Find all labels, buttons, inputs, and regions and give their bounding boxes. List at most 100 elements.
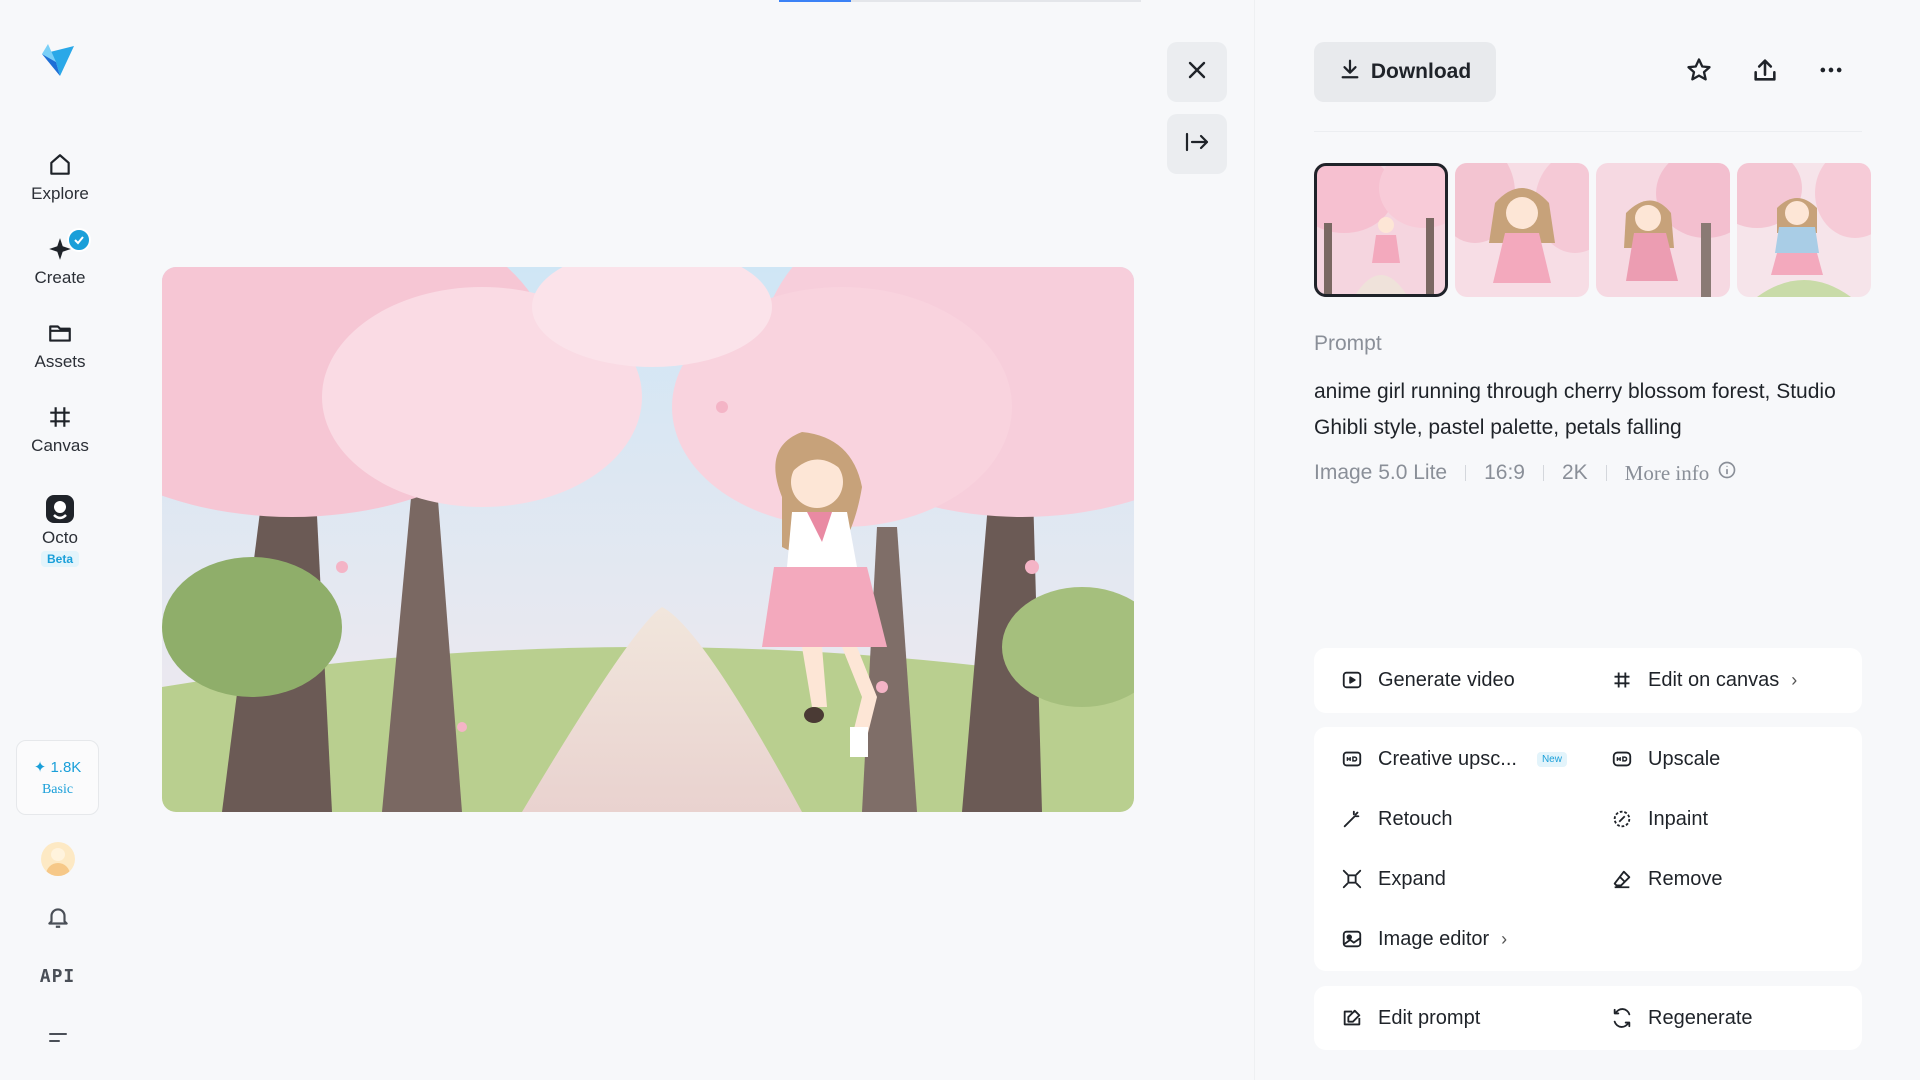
- refresh-icon: [1610, 1006, 1634, 1030]
- canvas-crop-icon: [45, 402, 75, 432]
- sidebar-item-label: Octo: [42, 528, 78, 547]
- sparkle-icon: [45, 228, 91, 264]
- generation-meta: Image 5.0 Lite 16:9 2K More info: [1314, 460, 1737, 486]
- retouch-button[interactable]: Retouch: [1340, 807, 1453, 831]
- eraser-icon: [1610, 867, 1634, 891]
- inpaint-brush-icon: [1610, 807, 1634, 831]
- hd-sparkle-icon: [1340, 747, 1364, 771]
- credits-amount-value: 1.8K: [50, 758, 82, 776]
- menu-button[interactable]: [0, 1026, 115, 1055]
- edit-prompt-button[interactable]: Edit prompt: [1340, 1006, 1480, 1030]
- favorite-button[interactable]: [1679, 52, 1719, 92]
- thumbnail-2[interactable]: [1455, 163, 1589, 297]
- ellipsis-icon: [1817, 56, 1845, 89]
- variation-thumbnails: [1314, 163, 1871, 297]
- app-logo[interactable]: [38, 40, 78, 80]
- upload-share-icon: [1751, 56, 1779, 89]
- chevron-right-icon: ›: [1791, 669, 1798, 690]
- upscale-label: Upscale: [1648, 747, 1721, 770]
- edit-note-icon: [1340, 1006, 1364, 1030]
- sidebar: Explore Create Assets Canvas Octo Beta ✦…: [0, 0, 120, 1080]
- info-icon: [1717, 460, 1737, 486]
- sidebar-item-explore[interactable]: Explore: [0, 150, 120, 204]
- credits-widget[interactable]: ✦ 1.8K Basic: [16, 740, 99, 815]
- image-progress-bar: [779, 0, 1141, 2]
- creative-upscale-button[interactable]: Creative upsc... New: [1340, 747, 1567, 771]
- sidebar-item-label: Explore: [31, 184, 89, 203]
- meta-separator: [1465, 465, 1467, 481]
- canvas-crop-icon: [1610, 668, 1634, 692]
- generate-video-label: Generate video: [1378, 668, 1515, 691]
- share-button[interactable]: [1745, 52, 1785, 92]
- regenerate-label: Regenerate: [1648, 1006, 1753, 1029]
- remove-button[interactable]: Remove: [1610, 867, 1722, 891]
- retouch-label: Retouch: [1378, 807, 1453, 830]
- more-options-button[interactable]: [1811, 52, 1851, 92]
- more-info-link[interactable]: More info: [1625, 460, 1738, 486]
- edit-on-canvas-button[interactable]: Edit on canvas ›: [1610, 668, 1797, 692]
- sidebar-item-assets[interactable]: Assets: [0, 318, 120, 372]
- download-icon: [1339, 58, 1361, 86]
- expand-label: Expand: [1378, 867, 1446, 890]
- sidebar-item-create[interactable]: Create: [0, 228, 120, 288]
- meta-separator: [1605, 465, 1607, 481]
- model-name: Image 5.0 Lite: [1314, 461, 1448, 484]
- thumbnail-4[interactable]: [1737, 163, 1871, 297]
- avatar: [40, 842, 75, 876]
- upscale-button[interactable]: Upscale: [1610, 747, 1720, 771]
- sidebar-item-label: Assets: [34, 352, 86, 371]
- edit-prompt-label: Edit prompt: [1378, 1006, 1481, 1029]
- close-button[interactable]: [1167, 42, 1227, 102]
- image-editor-label: Image editor: [1378, 927, 1490, 950]
- sidebar-item-label: Create: [34, 268, 86, 287]
- close-icon: [1185, 58, 1209, 87]
- octo-icon: [45, 494, 75, 524]
- download-label: Download: [1370, 60, 1472, 83]
- hd-icon: [1610, 747, 1634, 771]
- api-button[interactable]: API: [0, 966, 115, 987]
- generated-image-preview[interactable]: [162, 267, 1134, 812]
- aspect-ratio: 16:9: [1484, 461, 1525, 484]
- image-progress-fill: [779, 0, 852, 2]
- bell-icon: [45, 904, 71, 935]
- panel-divider: [1254, 0, 1255, 1080]
- creative-upscale-label: Creative upsc...: [1378, 747, 1517, 770]
- expand-frame-icon: [1340, 867, 1364, 891]
- api-label: API: [39, 966, 76, 987]
- sidebar-item-octo[interactable]: Octo Beta: [0, 494, 120, 567]
- sidebar-item-canvas[interactable]: Canvas: [0, 402, 120, 456]
- folder-icon: [45, 318, 75, 348]
- menu-lines-icon: [46, 1026, 70, 1055]
- check-badge-icon: [67, 228, 91, 252]
- thumbnail-3[interactable]: [1596, 163, 1730, 297]
- tools-card: Creative upsc... New Upscale Retouch Inp…: [1314, 727, 1862, 971]
- edit-on-canvas-label: Edit on canvas: [1648, 668, 1780, 691]
- notifications-button[interactable]: [0, 904, 115, 935]
- resolution: 2K: [1561, 461, 1588, 484]
- plan-name: Basic: [41, 781, 74, 797]
- sidebar-item-label: Canvas: [31, 436, 89, 455]
- image-edit-icon: [1340, 927, 1364, 951]
- thumbnail-1[interactable]: [1314, 163, 1448, 297]
- generate-video-button[interactable]: Generate video: [1340, 668, 1515, 692]
- credits-amount: ✦ 1.8K: [33, 758, 82, 776]
- prompt-actions-card: Edit prompt Regenerate: [1314, 986, 1862, 1050]
- new-badge: New: [1536, 751, 1567, 767]
- download-button[interactable]: Download: [1314, 42, 1496, 102]
- remove-label: Remove: [1648, 867, 1723, 890]
- magic-wand-icon: [1340, 807, 1364, 831]
- inpaint-button[interactable]: Inpaint: [1610, 807, 1708, 831]
- arrow-to-right-icon: [1183, 130, 1211, 159]
- expand-button[interactable]: Expand: [1340, 867, 1446, 891]
- home-icon: [45, 150, 75, 180]
- header-divider: [1314, 131, 1862, 132]
- collapse-panel-button[interactable]: [1167, 114, 1227, 174]
- chevron-right-icon: ›: [1501, 928, 1508, 949]
- regenerate-button[interactable]: Regenerate: [1610, 1006, 1753, 1030]
- inpaint-label: Inpaint: [1648, 807, 1709, 830]
- star-icon: [1685, 56, 1713, 89]
- prompt-label: Prompt: [1314, 332, 1382, 355]
- play-video-icon: [1340, 668, 1364, 692]
- user-avatar-button[interactable]: [0, 842, 115, 876]
- image-editor-button[interactable]: Image editor ›: [1340, 927, 1507, 951]
